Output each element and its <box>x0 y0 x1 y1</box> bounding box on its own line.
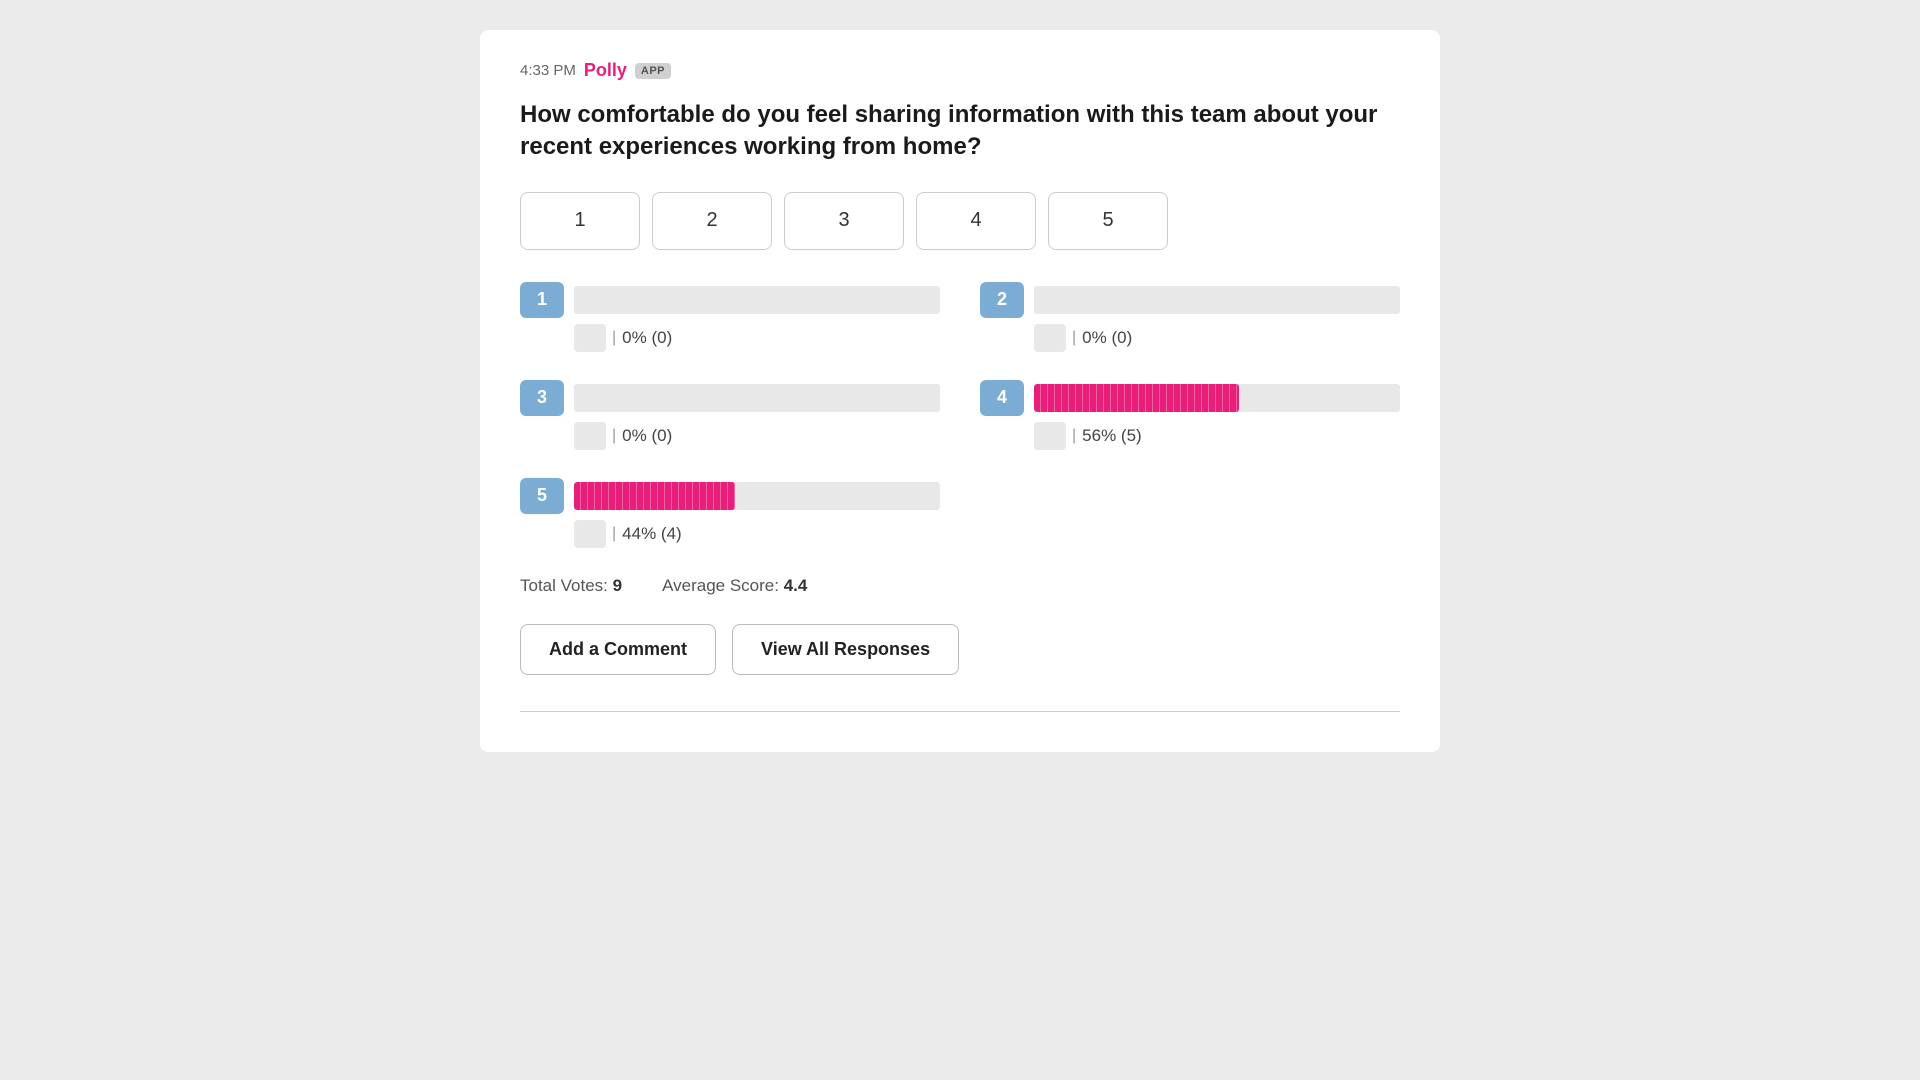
app-name: Polly <box>584 60 627 81</box>
option-btn-3[interactable]: 3 <box>784 192 904 250</box>
total-votes-label: Total Votes: 9 <box>520 576 622 596</box>
bar-row-4: 4 <box>980 380 1400 416</box>
stat-box-1 <box>574 324 606 352</box>
totals-row: Total Votes: 9 Average Score: 4.4 <box>520 576 1400 596</box>
actions-row: Add a Comment View All Responses <box>520 624 1400 675</box>
option-btn-2[interactable]: 2 <box>652 192 772 250</box>
stat-box-4 <box>1034 422 1066 450</box>
result-item-4: 4 | 56% (5) <box>980 380 1400 450</box>
stat-row-3: | 0% (0) <box>520 422 940 450</box>
stat-row-5: | 44% (4) <box>520 520 940 548</box>
result-label-5: 5 <box>520 478 564 514</box>
bar-track-2 <box>1034 286 1400 314</box>
result-label-4: 4 <box>980 380 1024 416</box>
options-row: 1 2 3 4 5 <box>520 192 1400 250</box>
stat-text-2: 0% (0) <box>1082 328 1132 348</box>
view-responses-button[interactable]: View All Responses <box>732 624 959 675</box>
result-item-5: 5 | 44% (4) <box>520 478 940 548</box>
header-row: 4:33 PM Polly APP <box>520 60 1400 81</box>
bar-row-5: 5 <box>520 478 940 514</box>
stat-divider-4: | <box>1072 427 1076 445</box>
total-votes-value: 9 <box>613 576 622 595</box>
bar-fill-5 <box>574 482 735 510</box>
bar-fill-4 <box>1034 384 1239 412</box>
stat-text-1: 0% (0) <box>622 328 672 348</box>
result-item-1: 1 | 0% (0) <box>520 282 940 352</box>
stat-row-1: | 0% (0) <box>520 324 940 352</box>
result-label-1: 1 <box>520 282 564 318</box>
stat-row-2: | 0% (0) <box>980 324 1400 352</box>
page-container: 4:33 PM Polly APP How comfortable do you… <box>0 0 1920 1080</box>
poll-card: 4:33 PM Polly APP How comfortable do you… <box>480 30 1440 752</box>
result-label-2: 2 <box>980 282 1024 318</box>
bar-row-2: 2 <box>980 282 1400 318</box>
result-label-3: 3 <box>520 380 564 416</box>
bar-row-3: 3 <box>520 380 940 416</box>
bar-track-4 <box>1034 384 1400 412</box>
bar-row-1: 1 <box>520 282 940 318</box>
stat-text-5: 44% (4) <box>622 524 682 544</box>
bottom-divider <box>520 711 1400 712</box>
result-item-3: 3 | 0% (0) <box>520 380 940 450</box>
stat-divider-1: | <box>612 329 616 347</box>
average-score-label: Average Score: 4.4 <box>662 576 807 596</box>
stat-text-4: 56% (5) <box>1082 426 1142 446</box>
stat-text-3: 0% (0) <box>622 426 672 446</box>
stat-box-3 <box>574 422 606 450</box>
bar-track-3 <box>574 384 940 412</box>
stat-box-5 <box>574 520 606 548</box>
option-btn-5[interactable]: 5 <box>1048 192 1168 250</box>
stat-divider-3: | <box>612 427 616 445</box>
option-btn-4[interactable]: 4 <box>916 192 1036 250</box>
stat-row-4: | 56% (5) <box>980 422 1400 450</box>
option-btn-1[interactable]: 1 <box>520 192 640 250</box>
add-comment-button[interactable]: Add a Comment <box>520 624 716 675</box>
results-grid: 1 | 0% (0) 2 <box>520 282 1400 548</box>
stat-divider-5: | <box>612 525 616 543</box>
bar-track-1 <box>574 286 940 314</box>
result-item-2: 2 | 0% (0) <box>980 282 1400 352</box>
average-score-value: 4.4 <box>784 576 808 595</box>
stat-divider-2: | <box>1072 329 1076 347</box>
timestamp: 4:33 PM <box>520 62 576 79</box>
bar-track-5 <box>574 482 940 510</box>
stat-box-2 <box>1034 324 1066 352</box>
poll-question: How comfortable do you feel sharing info… <box>520 99 1400 164</box>
app-badge: APP <box>635 63 671 79</box>
